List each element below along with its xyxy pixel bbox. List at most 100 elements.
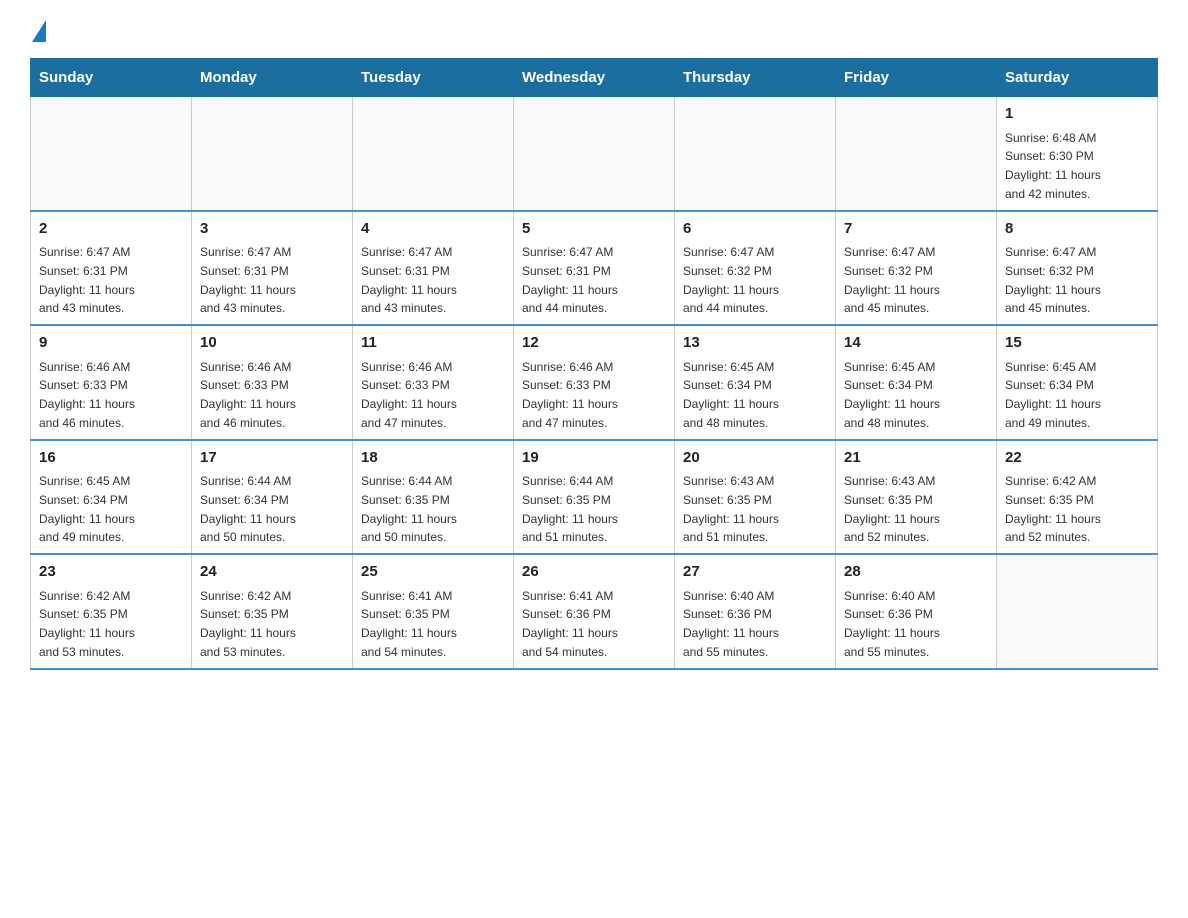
day-number: 27: [683, 561, 827, 584]
day-info: Sunrise: 6:46 AM Sunset: 6:33 PM Dayligh…: [522, 360, 618, 430]
calendar-day-cell: 6Sunrise: 6:47 AM Sunset: 6:32 PM Daylig…: [675, 211, 836, 326]
calendar-week-row: 9 Sunrise: 6:46 AM Sunset: 6:33 PM Daylig…: [31, 325, 1158, 440]
day-number: 28: [844, 561, 988, 584]
day-number: 19: [522, 447, 666, 470]
calendar-day-cell: 19 Sunrise: 6:44 AM Sunset: 6:35 PM Dayli…: [514, 440, 675, 555]
calendar-day-cell: [836, 97, 997, 211]
day-number: 4: [361, 218, 505, 241]
calendar-day-cell: 25 Sunrise: 6:41 AM Sunset: 6:35 PM Dayli…: [353, 554, 514, 669]
day-number: 20: [683, 447, 827, 470]
calendar-week-row: 1 Sunrise: 6:48 AM Sunset: 6:30 PM Daylig…: [31, 97, 1158, 211]
day-info: Sunrise: 6:47 AM Sunset: 6:32 PM Dayligh…: [683, 245, 779, 315]
day-info: Sunrise: 6:45 AM Sunset: 6:34 PM Dayligh…: [39, 474, 135, 544]
calendar-day-cell: 27 Sunrise: 6:40 AM Sunset: 6:36 PM Dayli…: [675, 554, 836, 669]
calendar-day-cell: 24 Sunrise: 6:42 AM Sunset: 6:35 PM Dayli…: [192, 554, 353, 669]
day-number: 18: [361, 447, 505, 470]
day-info: Sunrise: 6:43 AM Sunset: 6:35 PM Dayligh…: [683, 474, 779, 544]
day-number: 8: [1005, 218, 1149, 241]
day-number: 23: [39, 561, 183, 584]
day-info: Sunrise: 6:42 AM Sunset: 6:35 PM Dayligh…: [39, 589, 135, 659]
calendar-day-cell: [675, 97, 836, 211]
day-number: 12: [522, 332, 666, 355]
day-info: Sunrise: 6:46 AM Sunset: 6:33 PM Dayligh…: [361, 360, 457, 430]
day-number: 13: [683, 332, 827, 355]
calendar-day-cell: [31, 97, 192, 211]
day-number: 7: [844, 218, 988, 241]
day-info: Sunrise: 6:47 AM Sunset: 6:31 PM Dayligh…: [200, 245, 296, 315]
day-number: 26: [522, 561, 666, 584]
calendar-day-cell: 20 Sunrise: 6:43 AM Sunset: 6:35 PM Dayli…: [675, 440, 836, 555]
weekday-header: Saturday: [997, 59, 1158, 97]
calendar-week-row: 23 Sunrise: 6:42 AM Sunset: 6:35 PM Dayli…: [31, 554, 1158, 669]
day-number: 2: [39, 218, 183, 241]
calendar-day-cell: 18 Sunrise: 6:44 AM Sunset: 6:35 PM Dayli…: [353, 440, 514, 555]
day-info: Sunrise: 6:44 AM Sunset: 6:34 PM Dayligh…: [200, 474, 296, 544]
weekday-header: Tuesday: [353, 59, 514, 97]
day-info: Sunrise: 6:42 AM Sunset: 6:35 PM Dayligh…: [200, 589, 296, 659]
page-header: [30, 20, 1158, 38]
weekday-header: Monday: [192, 59, 353, 97]
day-info: Sunrise: 6:45 AM Sunset: 6:34 PM Dayligh…: [683, 360, 779, 430]
calendar-day-cell: 5 Sunrise: 6:47 AM Sunset: 6:31 PM Daylig…: [514, 211, 675, 326]
calendar-day-cell: 9 Sunrise: 6:46 AM Sunset: 6:33 PM Daylig…: [31, 325, 192, 440]
day-number: 10: [200, 332, 344, 355]
calendar-day-cell: [514, 97, 675, 211]
day-number: 16: [39, 447, 183, 470]
day-info: Sunrise: 6:44 AM Sunset: 6:35 PM Dayligh…: [522, 474, 618, 544]
logo: [30, 20, 46, 38]
calendar-day-cell: 13 Sunrise: 6:45 AM Sunset: 6:34 PM Dayli…: [675, 325, 836, 440]
day-info: Sunrise: 6:45 AM Sunset: 6:34 PM Dayligh…: [844, 360, 940, 430]
day-info: Sunrise: 6:46 AM Sunset: 6:33 PM Dayligh…: [39, 360, 135, 430]
calendar-day-cell: 26 Sunrise: 6:41 AM Sunset: 6:36 PM Dayli…: [514, 554, 675, 669]
weekday-header: Friday: [836, 59, 997, 97]
day-number: 9: [39, 332, 183, 355]
weekday-header: Thursday: [675, 59, 836, 97]
weekday-header: Wednesday: [514, 59, 675, 97]
calendar-day-cell: 4 Sunrise: 6:47 AM Sunset: 6:31 PM Daylig…: [353, 211, 514, 326]
calendar-day-cell: 7 Sunrise: 6:47 AM Sunset: 6:32 PM Daylig…: [836, 211, 997, 326]
day-info: Sunrise: 6:47 AM Sunset: 6:31 PM Dayligh…: [522, 245, 618, 315]
day-number: 11: [361, 332, 505, 355]
calendar-day-cell: 1 Sunrise: 6:48 AM Sunset: 6:30 PM Daylig…: [997, 97, 1158, 211]
calendar-day-cell: 8 Sunrise: 6:47 AM Sunset: 6:32 PM Daylig…: [997, 211, 1158, 326]
calendar-day-cell: 23 Sunrise: 6:42 AM Sunset: 6:35 PM Dayli…: [31, 554, 192, 669]
day-number: 5: [522, 218, 666, 241]
day-info: Sunrise: 6:47 AM Sunset: 6:32 PM Dayligh…: [1005, 245, 1101, 315]
day-number: 1: [1005, 103, 1149, 126]
calendar-day-cell: [192, 97, 353, 211]
day-number: 22: [1005, 447, 1149, 470]
day-number: 15: [1005, 332, 1149, 355]
day-info: Sunrise: 6:40 AM Sunset: 6:36 PM Dayligh…: [844, 589, 940, 659]
calendar-week-row: 16 Sunrise: 6:45 AM Sunset: 6:34 PM Dayli…: [31, 440, 1158, 555]
day-info: Sunrise: 6:47 AM Sunset: 6:31 PM Dayligh…: [39, 245, 135, 315]
day-number: 25: [361, 561, 505, 584]
day-number: 14: [844, 332, 988, 355]
calendar-day-cell: 22Sunrise: 6:42 AM Sunset: 6:35 PM Dayli…: [997, 440, 1158, 555]
day-info: Sunrise: 6:40 AM Sunset: 6:36 PM Dayligh…: [683, 589, 779, 659]
calendar-day-cell: 21Sunrise: 6:43 AM Sunset: 6:35 PM Dayli…: [836, 440, 997, 555]
calendar-day-cell: 10 Sunrise: 6:46 AM Sunset: 6:33 PM Dayli…: [192, 325, 353, 440]
day-info: Sunrise: 6:48 AM Sunset: 6:30 PM Dayligh…: [1005, 131, 1101, 201]
day-number: 24: [200, 561, 344, 584]
day-info: Sunrise: 6:43 AM Sunset: 6:35 PM Dayligh…: [844, 474, 940, 544]
calendar-table: SundayMondayTuesdayWednesdayThursdayFrid…: [30, 58, 1158, 670]
day-info: Sunrise: 6:45 AM Sunset: 6:34 PM Dayligh…: [1005, 360, 1101, 430]
calendar-day-cell: 16 Sunrise: 6:45 AM Sunset: 6:34 PM Dayli…: [31, 440, 192, 555]
calendar-day-cell: 12 Sunrise: 6:46 AM Sunset: 6:33 PM Dayli…: [514, 325, 675, 440]
calendar-day-cell: 28 Sunrise: 6:40 AM Sunset: 6:36 PM Dayli…: [836, 554, 997, 669]
day-info: Sunrise: 6:41 AM Sunset: 6:35 PM Dayligh…: [361, 589, 457, 659]
day-info: Sunrise: 6:44 AM Sunset: 6:35 PM Dayligh…: [361, 474, 457, 544]
calendar-day-cell: 11 Sunrise: 6:46 AM Sunset: 6:33 PM Dayli…: [353, 325, 514, 440]
calendar-week-row: 2 Sunrise: 6:47 AM Sunset: 6:31 PM Daylig…: [31, 211, 1158, 326]
calendar-header-row: SundayMondayTuesdayWednesdayThursdayFrid…: [31, 59, 1158, 97]
calendar-day-cell: 2 Sunrise: 6:47 AM Sunset: 6:31 PM Daylig…: [31, 211, 192, 326]
day-info: Sunrise: 6:47 AM Sunset: 6:32 PM Dayligh…: [844, 245, 940, 315]
day-info: Sunrise: 6:46 AM Sunset: 6:33 PM Dayligh…: [200, 360, 296, 430]
day-info: Sunrise: 6:41 AM Sunset: 6:36 PM Dayligh…: [522, 589, 618, 659]
logo-triangle-icon: [32, 20, 46, 42]
day-number: 17: [200, 447, 344, 470]
weekday-header: Sunday: [31, 59, 192, 97]
calendar-day-cell: 17 Sunrise: 6:44 AM Sunset: 6:34 PM Dayli…: [192, 440, 353, 555]
day-info: Sunrise: 6:47 AM Sunset: 6:31 PM Dayligh…: [361, 245, 457, 315]
calendar-day-cell: 3Sunrise: 6:47 AM Sunset: 6:31 PM Daylig…: [192, 211, 353, 326]
